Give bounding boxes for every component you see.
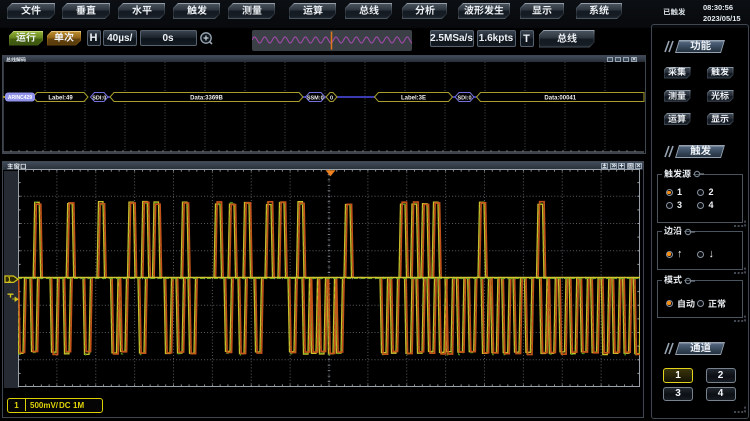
svg-text:ARINC429: ARINC429 [8,95,32,101]
svg-text:Label:3E: Label:3E [401,95,426,101]
svg-text:0: 0 [330,95,333,101]
svg-text:1: 1 [7,276,11,283]
svg-text:SDI:0: SDI:0 [457,95,471,101]
svg-text:Label:49: Label:49 [48,95,73,101]
svg-text:SDI:0: SDI:0 [92,95,106,101]
svg-text:Data:3369B: Data:3369B [190,95,223,101]
svg-text:Data:00041: Data:00041 [544,95,576,101]
svg-text:SSM:0: SSM:0 [307,95,324,101]
